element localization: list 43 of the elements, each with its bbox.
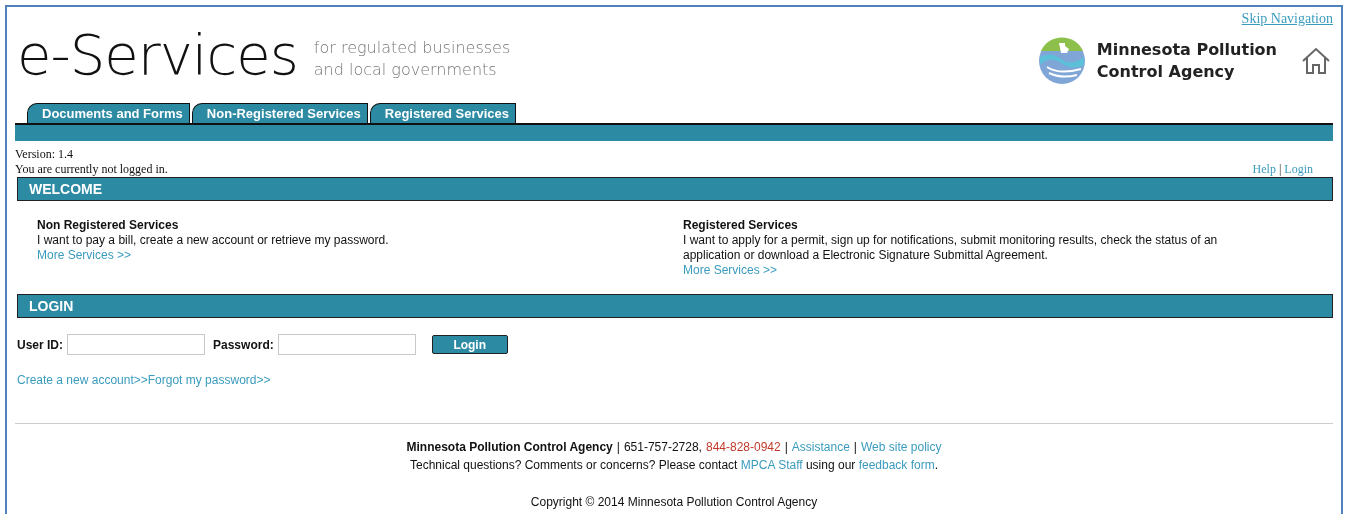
user-id-label: User ID: bbox=[17, 337, 63, 352]
service-heading: Registered Services bbox=[683, 218, 798, 233]
tagline: and local governments bbox=[313, 59, 498, 81]
separator: | bbox=[1278, 162, 1282, 176]
contact-sentence: Technical questions? Comments or concerns? Please contact MPCA Staff using our feedback form. bbox=[409, 457, 939, 474]
separator: | bbox=[616, 439, 620, 456]
account-link[interactable]: Forgot my password>> bbox=[147, 373, 271, 387]
footer-link[interactable]: Assistance bbox=[791, 438, 850, 456]
skip-navigation-link[interactable]: Skip Navigation bbox=[1241, 11, 1333, 27]
mpca-staff-link[interactable]: MPCA Staff bbox=[740, 458, 803, 472]
site-logo: e-Services bbox=[17, 23, 298, 87]
header-link[interactable]: Help bbox=[1252, 162, 1276, 176]
header-link[interactable]: Login bbox=[1284, 162, 1313, 176]
nav-tab[interactable]: Non-Registered Services bbox=[191, 103, 368, 123]
more-services-link[interactable]: More Services >> bbox=[37, 248, 132, 263]
service-description: I want to pay a bill, create a new account or retrieve my password. bbox=[37, 233, 389, 248]
nav-tab[interactable]: Documents and Forms bbox=[27, 103, 190, 123]
copyright-text: Copyright © 2014 Minnesota Pollution Control Agency bbox=[530, 494, 818, 511]
version-text: Version: 1.4 bbox=[15, 147, 74, 162]
agency-name: Minnesota Pollution bbox=[1096, 39, 1277, 61]
phone-number: 651-757-2728, bbox=[623, 439, 702, 456]
tagline: for regulated businesses bbox=[313, 37, 511, 59]
service-heading: Non Registered Services bbox=[37, 218, 179, 233]
login-button[interactable]: Login bbox=[431, 335, 508, 354]
account-link[interactable]: Create a new account>> bbox=[17, 373, 148, 387]
hotline-number: 844-828-0942 bbox=[705, 439, 781, 456]
nav-tab[interactable]: Registered Services bbox=[369, 103, 517, 123]
footer-link[interactable]: Web site policy bbox=[861, 438, 942, 456]
agency-logo-icon bbox=[1036, 37, 1087, 85]
separator: | bbox=[853, 439, 857, 456]
agency-name: Control Agency bbox=[1096, 61, 1236, 83]
password-label: Password: bbox=[213, 337, 274, 352]
more-services-link[interactable]: More Services >> bbox=[683, 263, 778, 278]
section-header: WELCOME bbox=[17, 177, 1333, 201]
agency-name: Minnesota Pollution Control Agency bbox=[406, 439, 613, 456]
home-icon[interactable] bbox=[1301, 47, 1331, 75]
feedback-form-link[interactable]: feedback form bbox=[858, 458, 935, 472]
user-id-field[interactable] bbox=[67, 334, 205, 355]
login-status: You are currently not logged in. bbox=[15, 162, 168, 177]
service-description: I want to apply for a permit, sign up for notifications, submit monitoring results, check the status of an application or download a Electronic Signature Submittal Agreement. bbox=[683, 233, 1219, 263]
password-field[interactable] bbox=[277, 334, 416, 355]
section-header: LOGIN bbox=[17, 294, 1333, 318]
separator: | bbox=[784, 439, 788, 456]
